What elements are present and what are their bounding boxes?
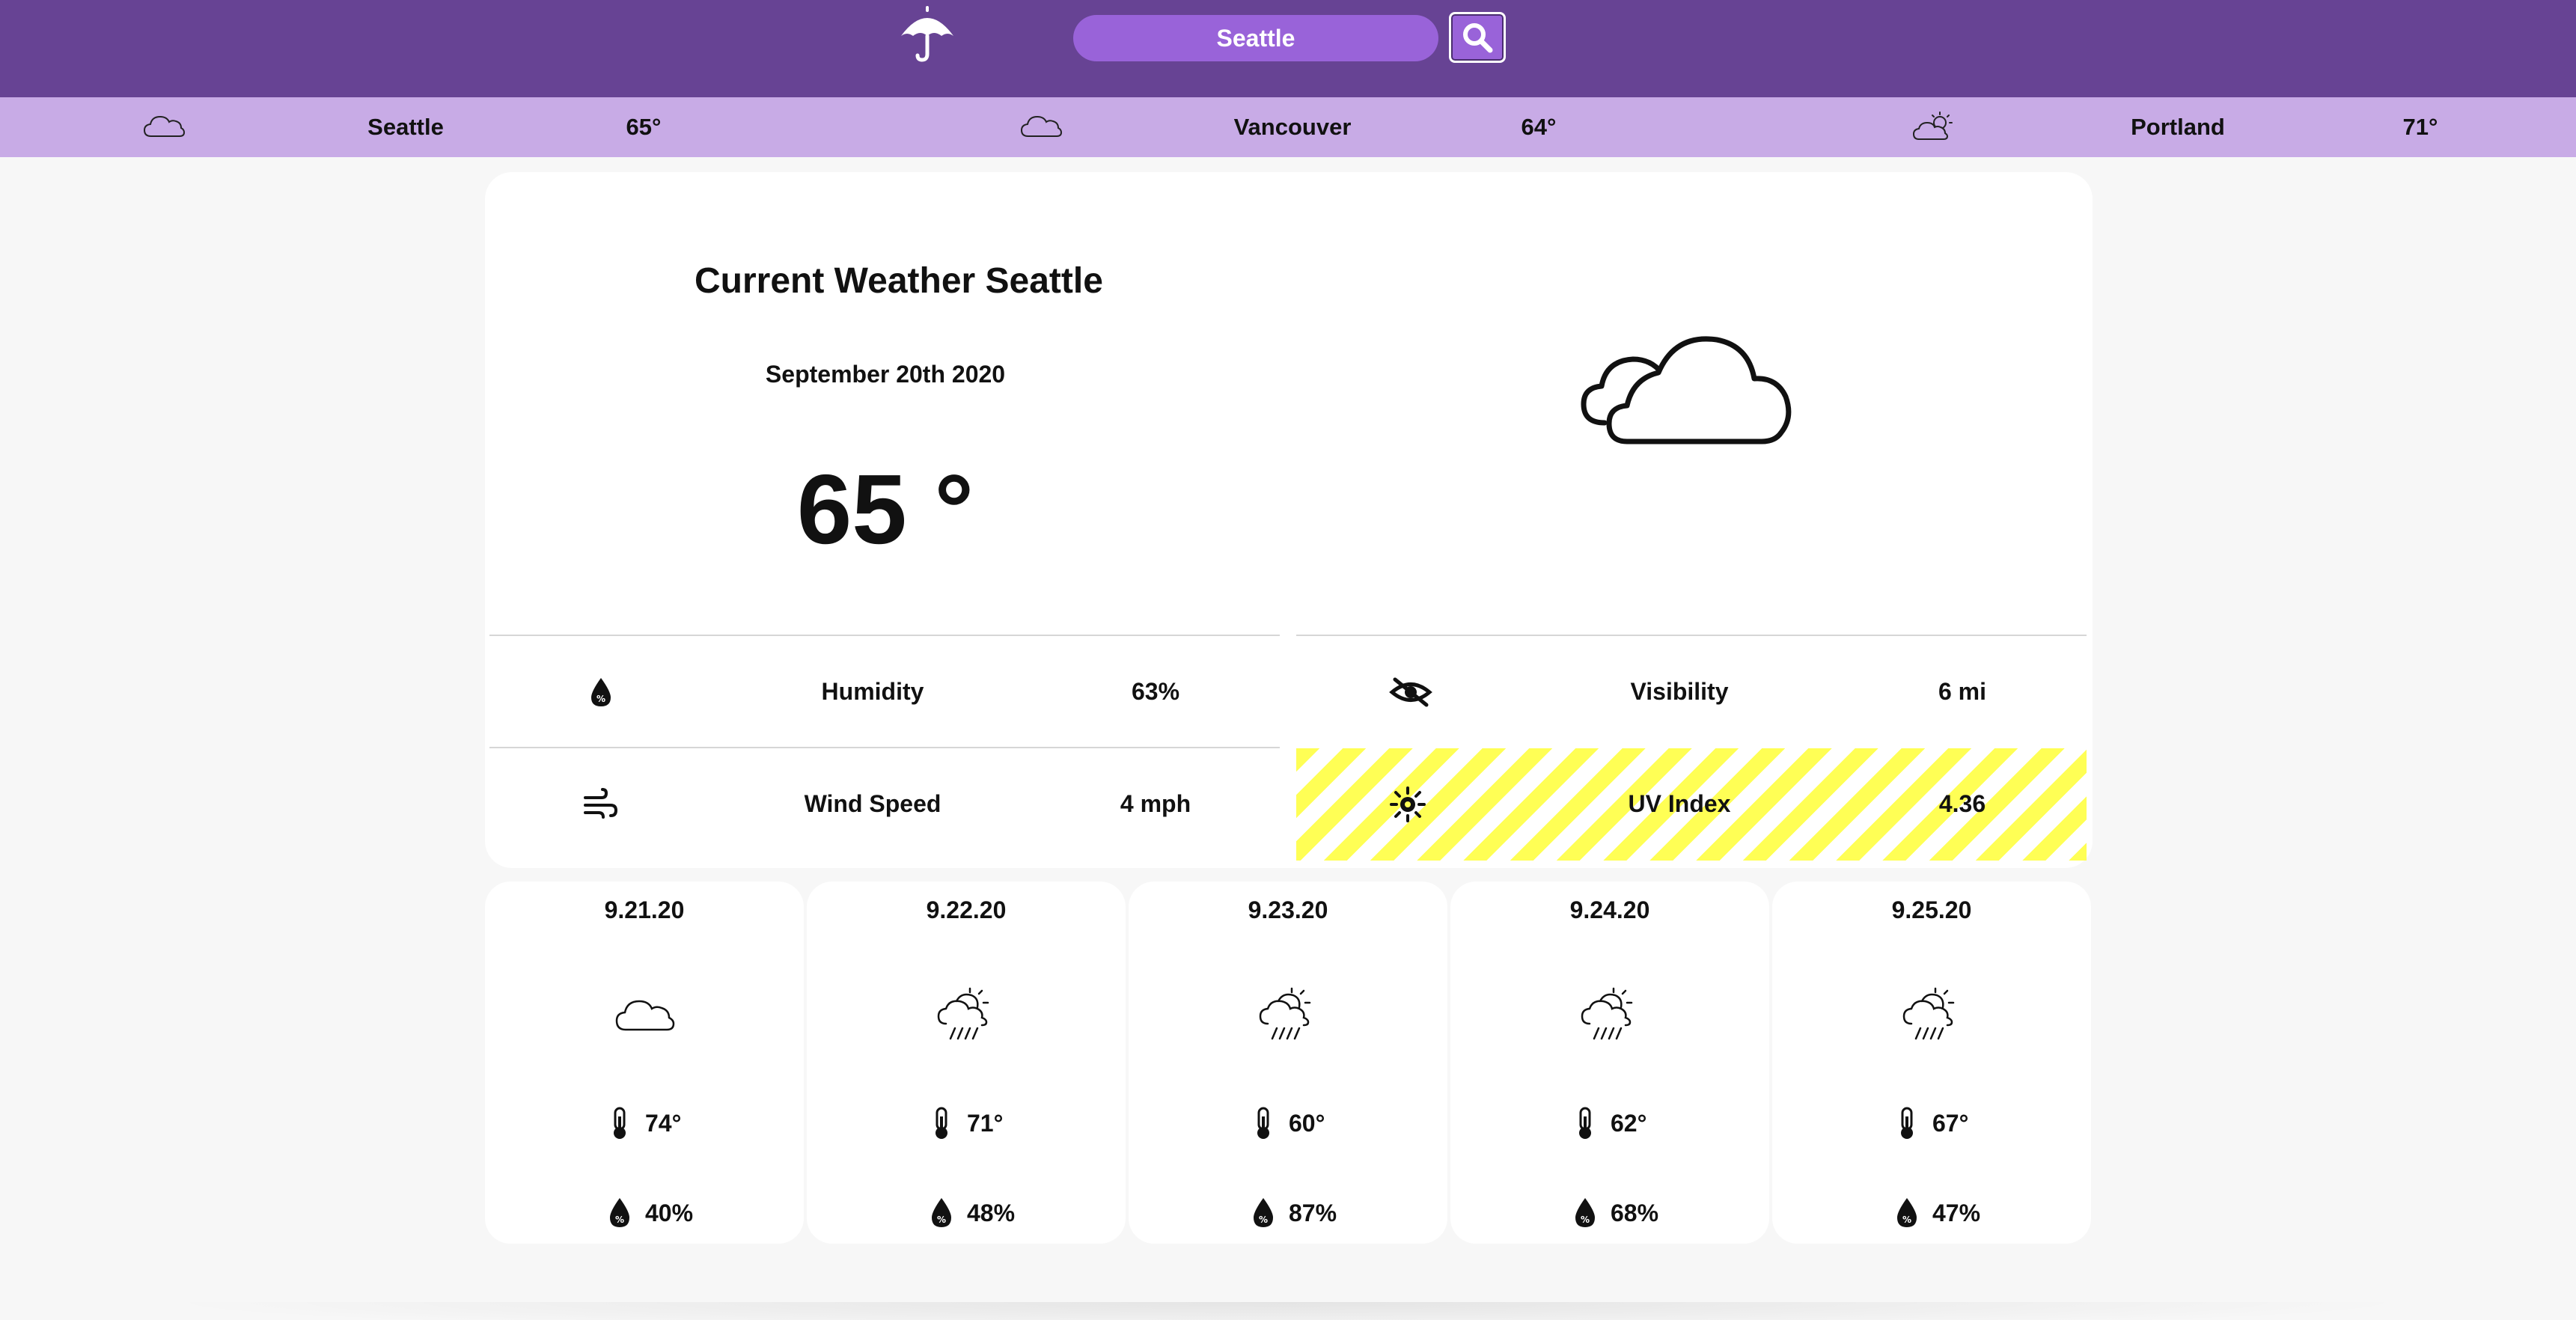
forecast-temp: 71° — [927, 1104, 1003, 1142]
forecast-day-card[interactable]: 9.24.20 62° % 68% — [1450, 881, 1769, 1244]
forecast-humidity: % 47% — [1892, 1194, 1980, 1232]
uv-index-value: 4.36 — [1938, 790, 1986, 817]
svg-text:%: % — [1581, 1214, 1590, 1225]
rain-sun-icon — [937, 987, 989, 1040]
city-temp: 65° — [626, 114, 662, 140]
forecast-date: 9.22.20 — [926, 896, 1007, 923]
humidity-drop-icon: % — [1575, 1198, 1595, 1227]
eye-slash-icon — [1389, 677, 1432, 707]
current-date: September 20th 2020 — [765, 361, 1006, 388]
thermometer-icon — [936, 1107, 947, 1139]
forecast-day-card[interactable]: 9.22.20 71° % 48% — [807, 881, 1126, 1244]
thermometer-icon — [1579, 1107, 1591, 1139]
forecast-date: 9.21.20 — [604, 896, 685, 923]
page-bottom-shadow — [150, 1302, 2425, 1320]
sun-icon — [1390, 786, 1426, 822]
rain-sun-icon — [1581, 987, 1633, 1040]
cloudy-icon — [1581, 336, 1792, 444]
thermometer-icon — [614, 1107, 626, 1139]
city-temp: 71° — [2402, 114, 2438, 140]
forecast-date: 9.25.20 — [1891, 896, 1972, 923]
forecast-humidity-value: 68% — [1611, 1199, 1659, 1226]
humidity-drop-icon: % — [610, 1198, 629, 1227]
forecast-date: 9.23.20 — [1248, 896, 1328, 923]
page-title: Current Weather Seattle — [695, 261, 1103, 301]
forecast-humidity: % 48% — [927, 1194, 1015, 1232]
forecast-humidity-value: 40% — [645, 1199, 694, 1226]
city-name[interactable]: Seattle — [367, 114, 444, 141]
wind-speed-stat: Wind Speed 4 mph — [489, 747, 1280, 859]
svg-text:%: % — [937, 1214, 946, 1225]
umbrella-icon[interactable] — [897, 6, 958, 63]
forecast-temp: 62° — [1570, 1104, 1646, 1142]
current-temperature: 65 ° — [796, 454, 974, 564]
forecast-temp: 74° — [605, 1104, 681, 1142]
forecast-humidity-value: 87% — [1289, 1199, 1337, 1226]
forecast-temp-value: 62° — [1611, 1109, 1647, 1137]
rain-sun-icon — [1259, 987, 1311, 1040]
svg-text:%: % — [596, 694, 605, 704]
rain-sun-icon — [1902, 987, 1955, 1040]
cloud-icon — [615, 1000, 675, 1031]
svg-text:%: % — [615, 1214, 624, 1225]
cloud-icon[interactable] — [142, 111, 186, 144]
forecast-humidity-value: 48% — [967, 1199, 1016, 1226]
city-name[interactable]: Portland — [2131, 114, 2225, 141]
humidity-stat: % Humidity 63% — [489, 635, 1280, 747]
thermometer-icon — [1901, 1107, 1913, 1139]
forecast-humidity-value: 47% — [1932, 1199, 1981, 1226]
city-name[interactable]: Vancouver — [1234, 114, 1352, 141]
humidity-drop-icon: % — [591, 678, 611, 706]
forecast-day-card[interactable]: 9.23.20 60° % 87% — [1129, 881, 1447, 1244]
humidity-label: Humidity — [821, 678, 924, 705]
humidity-drop-icon: % — [1897, 1198, 1917, 1227]
search-button[interactable] — [1449, 12, 1506, 63]
forecast-humidity: % 40% — [605, 1194, 693, 1232]
wind-icon — [584, 788, 618, 819]
humidity-drop-icon: % — [1254, 1198, 1273, 1227]
uv-index-label: UV Index — [1628, 790, 1731, 817]
humidity-drop-icon: % — [932, 1198, 951, 1227]
cloud-icon[interactable] — [1019, 111, 1063, 144]
visibility-value: 6 mi — [1938, 678, 1987, 705]
wind-speed-label: Wind Speed — [804, 790, 941, 817]
forecast-temp-value: 74° — [645, 1109, 682, 1137]
forecast-temp-value: 67° — [1932, 1109, 1969, 1137]
partly-cloudy-icon[interactable] — [1911, 111, 1955, 144]
svg-text:%: % — [1259, 1214, 1268, 1225]
top-bar — [0, 0, 2576, 97]
visibility-label: Visibility — [1630, 678, 1729, 705]
thermometer-icon — [1257, 1107, 1269, 1139]
forecast-temp-value: 60° — [1289, 1109, 1325, 1137]
forecast-temp-value: 71° — [967, 1109, 1004, 1137]
uv-index-stat: UV Index 4.36 — [1296, 748, 2087, 861]
forecast-temp: 60° — [1248, 1104, 1325, 1142]
city-temp: 64° — [1521, 114, 1557, 140]
forecast-day-card[interactable]: 9.21.20 74° % 40% — [485, 881, 804, 1244]
forecast-date: 9.24.20 — [1569, 896, 1650, 923]
saved-cities-strip: Seattle 65° Vancouver 64° Portland 71° — [0, 97, 2576, 157]
svg-text:%: % — [1902, 1214, 1911, 1225]
current-weather-card: Current Weather Seattle September 20th 2… — [485, 172, 2093, 868]
wind-speed-value: 4 mph — [1120, 790, 1191, 817]
humidity-value: 63% — [1131, 678, 1180, 705]
visibility-stat: Visibility 6 mi — [1296, 635, 2087, 747]
forecast-humidity: % 87% — [1248, 1194, 1337, 1232]
search-icon — [1463, 23, 1493, 53]
forecast-humidity: % 68% — [1570, 1194, 1658, 1232]
forecast-day-card[interactable]: 9.25.20 67° % 47% — [1772, 881, 2091, 1244]
search-input[interactable] — [1073, 15, 1438, 61]
forecast-temp: 67° — [1892, 1104, 1968, 1142]
